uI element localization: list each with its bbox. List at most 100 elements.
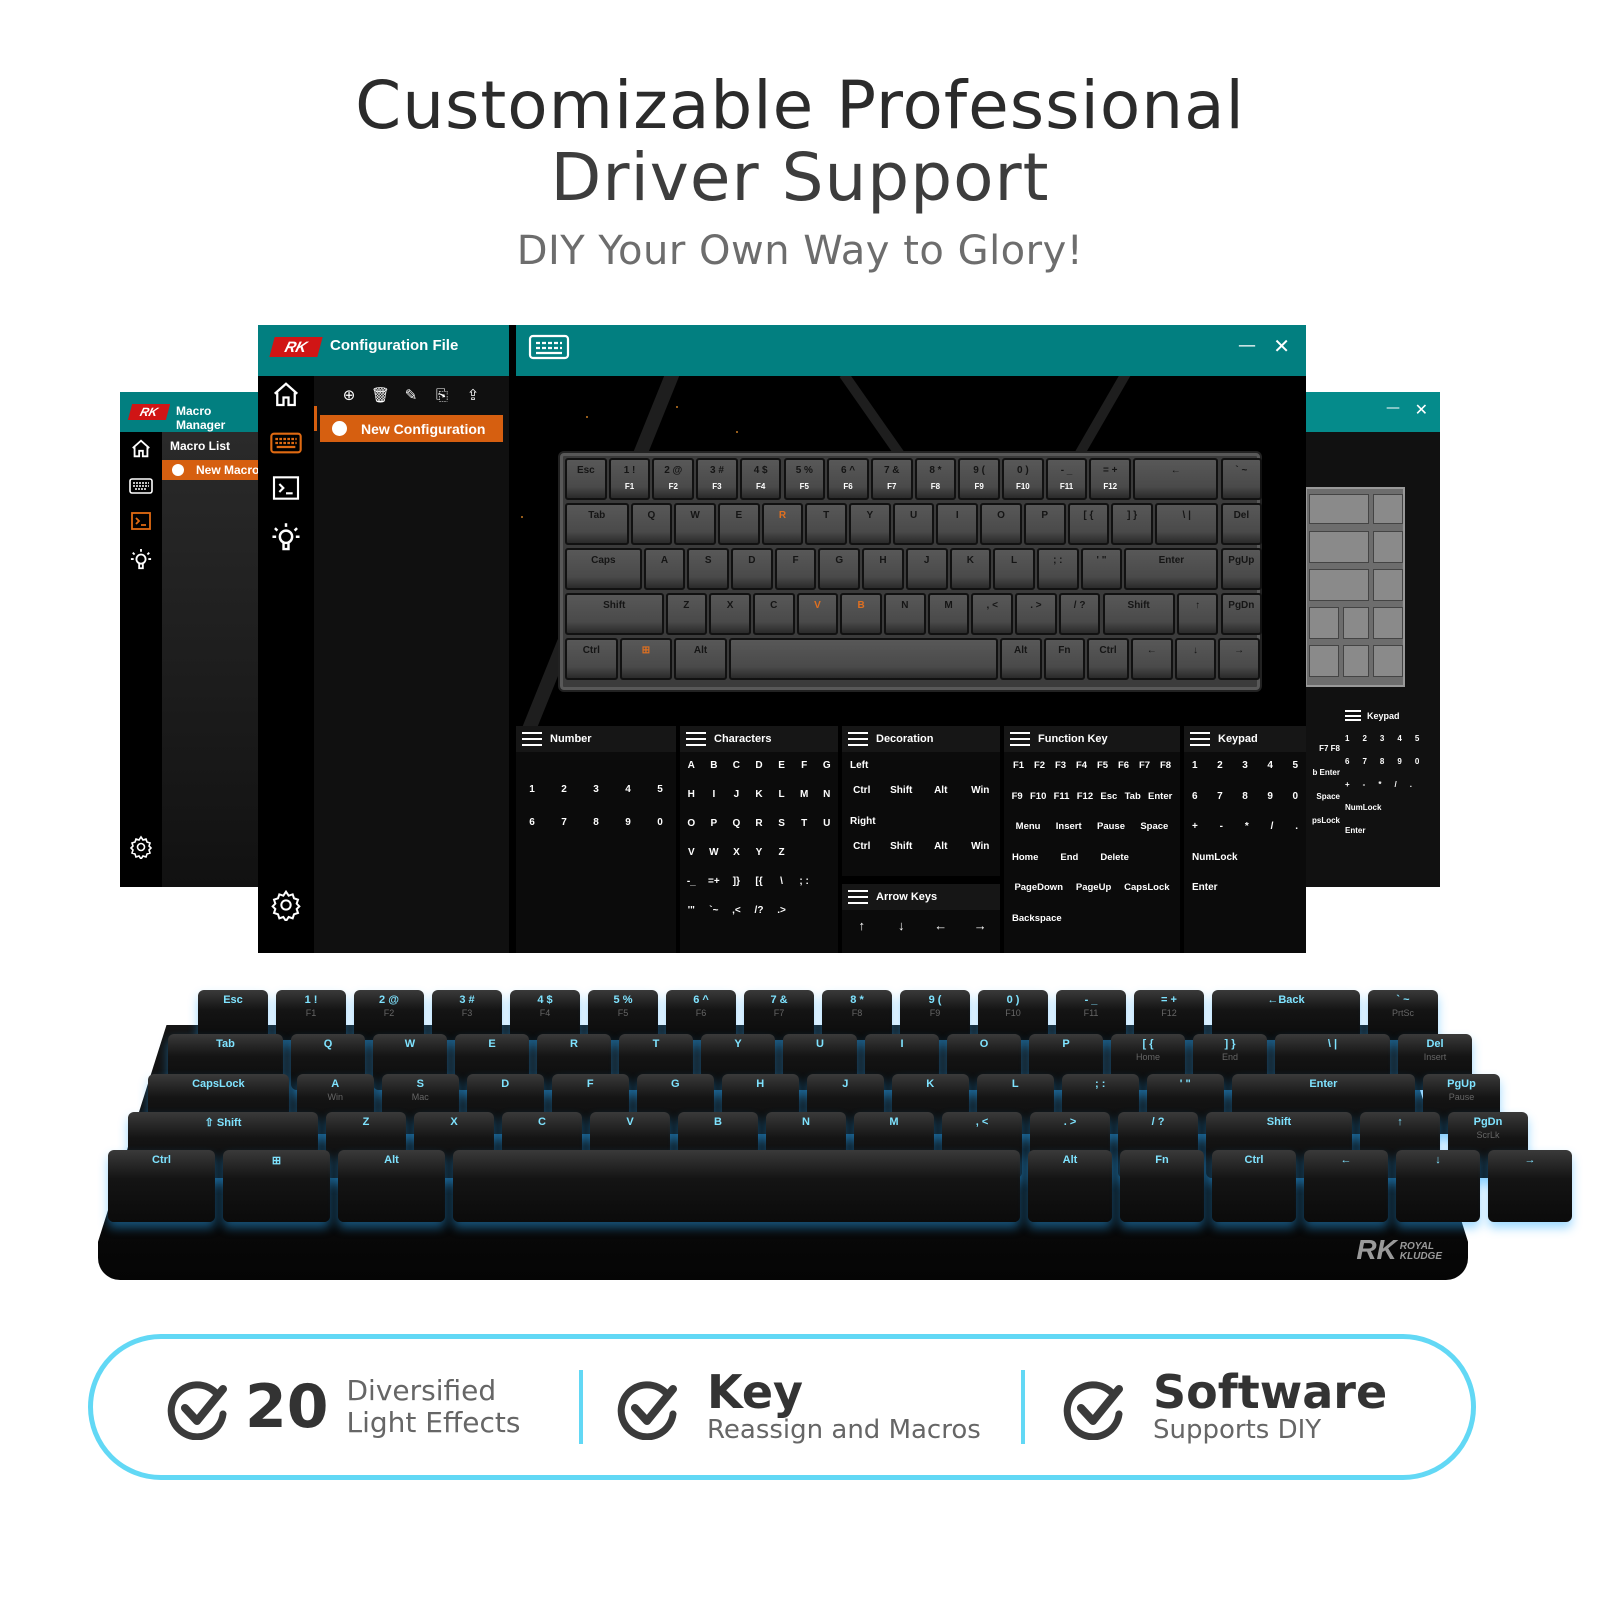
function-key[interactable]: Enter bbox=[1148, 791, 1172, 822]
key[interactable]: 0 ) F10 bbox=[1002, 458, 1044, 500]
arrow-key[interactable]: ↑ bbox=[842, 918, 882, 933]
minimize-button[interactable]: — bbox=[1238, 335, 1256, 356]
function-key[interactable]: F3 bbox=[1055, 760, 1066, 791]
function-key[interactable]: PageDown bbox=[1014, 882, 1063, 913]
keypad-key[interactable]: 1 bbox=[1345, 734, 1349, 743]
key[interactable]: O bbox=[980, 503, 1022, 545]
key[interactable]: Q bbox=[630, 503, 673, 545]
keypad-key[interactable]: * bbox=[1378, 780, 1381, 789]
character-key[interactable]: -_ bbox=[680, 876, 703, 887]
key[interactable]: Del bbox=[1220, 503, 1263, 545]
character-key[interactable]: H bbox=[680, 789, 703, 800]
bulb-icon[interactable] bbox=[130, 548, 152, 572]
key[interactable]: Caps bbox=[565, 548, 642, 590]
keyboard-icon[interactable] bbox=[129, 478, 153, 494]
character-key[interactable]: L bbox=[770, 789, 793, 800]
add-icon[interactable]: ⊕ bbox=[340, 386, 358, 404]
character-key[interactable]: W bbox=[703, 847, 726, 858]
character-key[interactable]: J bbox=[725, 789, 748, 800]
decoration-key[interactable]: Win bbox=[961, 841, 1001, 852]
key[interactable]: ' " bbox=[1080, 548, 1123, 590]
function-key[interactable]: PageUp bbox=[1076, 882, 1111, 913]
keypad-key[interactable]: - bbox=[1220, 821, 1223, 852]
key[interactable]: ↑ bbox=[1176, 593, 1219, 635]
keypad-key[interactable]: 0 bbox=[1415, 757, 1419, 766]
keypad-key[interactable]: 8 bbox=[1242, 791, 1248, 822]
key[interactable]: - _ F11 bbox=[1045, 458, 1088, 500]
function-key[interactable]: Space bbox=[1140, 821, 1168, 852]
key[interactable]: X bbox=[709, 593, 751, 635]
keypad-key[interactable]: - bbox=[1363, 780, 1366, 789]
key[interactable] bbox=[1373, 645, 1403, 677]
home-icon[interactable] bbox=[270, 380, 302, 410]
number-key[interactable]: 2 bbox=[548, 784, 580, 795]
character-key[interactable]: Q bbox=[725, 818, 748, 829]
decoration-key[interactable]: Shift bbox=[882, 785, 922, 796]
keypad-key[interactable]: 3 bbox=[1380, 734, 1384, 743]
edit-icon[interactable]: ✎ bbox=[402, 386, 420, 404]
character-key[interactable]: T bbox=[793, 818, 816, 829]
key[interactable]: Esc bbox=[565, 458, 607, 500]
key[interactable]: Z bbox=[665, 593, 708, 635]
function-key[interactable]: Delete bbox=[1100, 852, 1129, 883]
key[interactable] bbox=[1373, 569, 1403, 601]
key[interactable]: Alt bbox=[999, 638, 1042, 680]
key[interactable]: 7 & F7 bbox=[870, 458, 913, 500]
decoration-key[interactable]: Shift bbox=[882, 841, 922, 852]
key[interactable]: . > bbox=[1015, 593, 1057, 635]
terminal-icon[interactable] bbox=[131, 512, 151, 530]
keypad-key[interactable]: . bbox=[1410, 780, 1412, 789]
keypad-key[interactable]: 7 bbox=[1362, 757, 1366, 766]
key[interactable]: / ? bbox=[1058, 593, 1101, 635]
function-key[interactable]: F4 bbox=[1076, 760, 1087, 791]
keypad-key[interactable]: 1 bbox=[1192, 760, 1198, 791]
keypad-key[interactable]: * bbox=[1245, 821, 1249, 852]
keypad-key[interactable]: 2 bbox=[1217, 760, 1223, 791]
character-key[interactable]: ]} bbox=[725, 876, 748, 887]
key[interactable]: PgDn bbox=[1220, 593, 1263, 635]
key[interactable]: Tab bbox=[565, 503, 629, 545]
keypad-key[interactable]: + bbox=[1345, 780, 1350, 789]
gear-icon[interactable] bbox=[270, 889, 302, 921]
keypad-key[interactable]: NumLock bbox=[1345, 803, 1381, 812]
key[interactable]: [ { bbox=[1067, 503, 1110, 545]
arrow-key[interactable]: ← bbox=[921, 918, 961, 933]
key[interactable]: K bbox=[949, 548, 992, 590]
scrollbar-thumb[interactable] bbox=[314, 406, 317, 431]
decoration-key[interactable]: Ctrl bbox=[842, 785, 882, 796]
key[interactable]: T bbox=[805, 503, 848, 545]
bulb-icon[interactable] bbox=[271, 522, 301, 554]
function-key[interactable]: End bbox=[1060, 852, 1078, 883]
key[interactable]: 9 (F9 bbox=[958, 458, 1000, 500]
key[interactable]: Ctrl bbox=[1087, 638, 1129, 680]
character-key[interactable]: B bbox=[703, 760, 726, 771]
key[interactable]: PgUp bbox=[1220, 548, 1263, 590]
character-key[interactable]: ; : bbox=[793, 876, 816, 887]
key[interactable]: Fn bbox=[1043, 638, 1086, 680]
key[interactable]: ` ~ bbox=[1220, 458, 1263, 500]
arrow-key[interactable]: ↓ bbox=[882, 918, 922, 933]
key[interactable]: I bbox=[936, 503, 979, 545]
key[interactable] bbox=[1373, 494, 1403, 524]
key[interactable]: G bbox=[818, 548, 861, 590]
key[interactable]: ] } bbox=[1111, 503, 1153, 545]
keypad-key[interactable]: + bbox=[1192, 821, 1198, 852]
function-key[interactable]: F2 bbox=[1034, 760, 1045, 791]
key[interactable]: F bbox=[774, 548, 817, 590]
function-key[interactable]: CapsLock bbox=[1124, 882, 1169, 913]
character-key[interactable]: D bbox=[748, 760, 771, 771]
keypad-key[interactable]: 9 bbox=[1267, 791, 1273, 822]
character-key[interactable]: A bbox=[680, 760, 703, 771]
function-key[interactable]: Tab bbox=[1125, 791, 1141, 822]
key[interactable] bbox=[1343, 607, 1369, 639]
key[interactable]: 8 * F8 bbox=[914, 458, 957, 500]
key[interactable]: C bbox=[752, 593, 795, 635]
character-key[interactable]: `~ bbox=[703, 905, 726, 916]
character-key[interactable]: S bbox=[770, 818, 793, 829]
key[interactable]: Alt bbox=[674, 638, 727, 680]
character-key[interactable]: /? bbox=[748, 905, 771, 916]
key[interactable]: W bbox=[674, 503, 716, 545]
keypad-key[interactable]: 7 bbox=[1217, 791, 1223, 822]
key[interactable] bbox=[1373, 531, 1403, 563]
gear-icon[interactable] bbox=[129, 835, 153, 859]
